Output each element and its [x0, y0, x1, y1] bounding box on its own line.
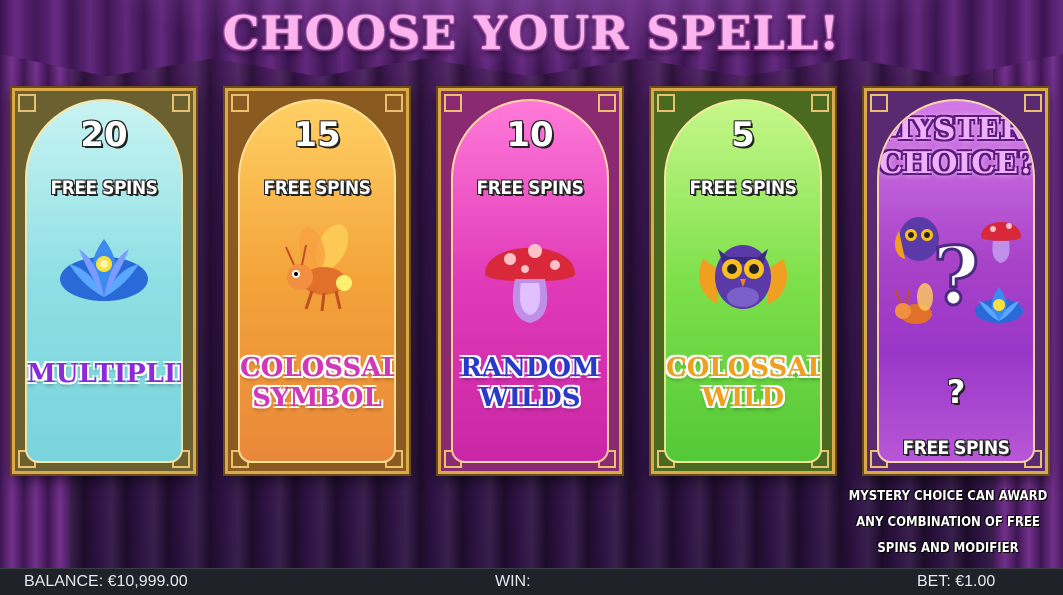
card-panel: 5 FREE SPINS COLOSSAL WILD: [664, 99, 822, 463]
firefly-icon: [262, 219, 372, 334]
modifier-label: COLOSSAL WILD: [666, 353, 820, 413]
free-spins-count: 15: [293, 115, 341, 155]
card-panel: 15 FREE SPINS COLOSSAL SYMBOL: [238, 99, 396, 463]
game-stage: CHOOSE YOUR SPELL! 20 FREE SPINS MULTIPL…: [0, 0, 1063, 568]
firefly-icon: [894, 283, 933, 324]
mystery-note-line: MYSTERY CHOICE CAN AWARD: [848, 489, 1048, 504]
free-spins-label: FREE SPINS: [902, 437, 1010, 459]
mystery-count: ?: [946, 373, 966, 411]
bet-readout: BET: €1.00: [917, 573, 996, 590]
mystery-title: MYSTERY CHOICE?: [879, 113, 1033, 181]
free-spins-label: FREE SPINS: [263, 177, 371, 199]
modifier-line: COLOSSAL: [240, 353, 396, 383]
page-title: CHOOSE YOUR SPELL!: [222, 6, 841, 60]
free-spins-count: 20: [80, 115, 128, 155]
frame-corner: [598, 94, 616, 112]
free-spins-label: FREE SPINS: [476, 177, 584, 199]
frame-corner: [657, 94, 675, 112]
mystery-note-line: SPINS AND MODIFIER: [877, 541, 1019, 556]
mushroom-icon: [475, 219, 585, 344]
card-panel: MYSTERY CHOICE? ? ? FREE SPINS: [877, 99, 1035, 463]
frame-corner: [385, 94, 403, 112]
frame-corner: [172, 94, 190, 112]
modifier-line: RANDOM: [460, 353, 600, 383]
frame-corner: [870, 94, 888, 112]
modifier-line: SYMBOL: [252, 383, 382, 413]
spell-card-random-wilds[interactable]: 10 FREE SPINS RANDOM WILDS: [438, 88, 622, 474]
free-spins-count: 5: [731, 115, 755, 155]
spell-card-colossal-wild[interactable]: 5 FREE SPINS COLOSSAL WILD: [651, 88, 835, 474]
mystery-title-line: MYSTERY: [879, 112, 1035, 147]
status-bar: BALANCE: €10,999.00 WIN: BET: €1.00: [0, 568, 1063, 595]
win-readout: WIN:: [495, 573, 531, 590]
modifier-label: MULTIPLIER: [27, 359, 181, 389]
owl-icon: [688, 219, 798, 334]
card-panel: 10 FREE SPINS RANDOM WILDS: [451, 99, 609, 463]
balance-readout: BALANCE: €10,999.00: [24, 573, 188, 590]
free-spins-label: FREE SPINS: [50, 177, 158, 199]
question-mark-icon: ?: [933, 229, 980, 323]
free-spins-label: FREE SPINS: [689, 177, 797, 199]
mystery-symbols-icon: ?: [881, 209, 1031, 354]
modifier-line: WILDS: [479, 383, 581, 413]
mystery-note: MYSTERY CHOICE CAN AWARD ANY COMBINATION…: [848, 484, 1048, 562]
frame-corner: [811, 94, 829, 112]
spell-card-colossal-symbol[interactable]: 15 FREE SPINS COLOSSAL SYMBOL: [225, 88, 409, 474]
modifier-line: COLOSSAL: [666, 353, 822, 383]
frame-corner: [18, 94, 36, 112]
spell-card-multiplier[interactable]: 20 FREE SPINS MULTIPLIER: [12, 88, 196, 474]
modifier-label: COLOSSAL SYMBOL: [240, 353, 394, 413]
modifier-line: MULTIPLIER: [27, 359, 181, 389]
blue-lotus-icon: [49, 219, 159, 334]
modifier-line: WILD: [701, 383, 785, 413]
modifier-label: RANDOM WILDS: [453, 353, 607, 413]
free-spins-count: 10: [506, 115, 554, 155]
mystery-title-line: CHOICE?: [879, 146, 1035, 181]
frame-corner: [1024, 94, 1042, 112]
mystery-note-line: ANY COMBINATION OF FREE: [856, 515, 1040, 530]
mushroom-icon: [981, 222, 1021, 263]
frame-corner: [444, 94, 462, 112]
frame-corner: [231, 94, 249, 112]
spell-card-mystery-choice[interactable]: MYSTERY CHOICE? ? ? FREE SPINS: [864, 88, 1048, 474]
card-panel: 20 FREE SPINS MULTIPLIER: [25, 99, 183, 463]
blue-lotus-icon: [975, 287, 1023, 323]
